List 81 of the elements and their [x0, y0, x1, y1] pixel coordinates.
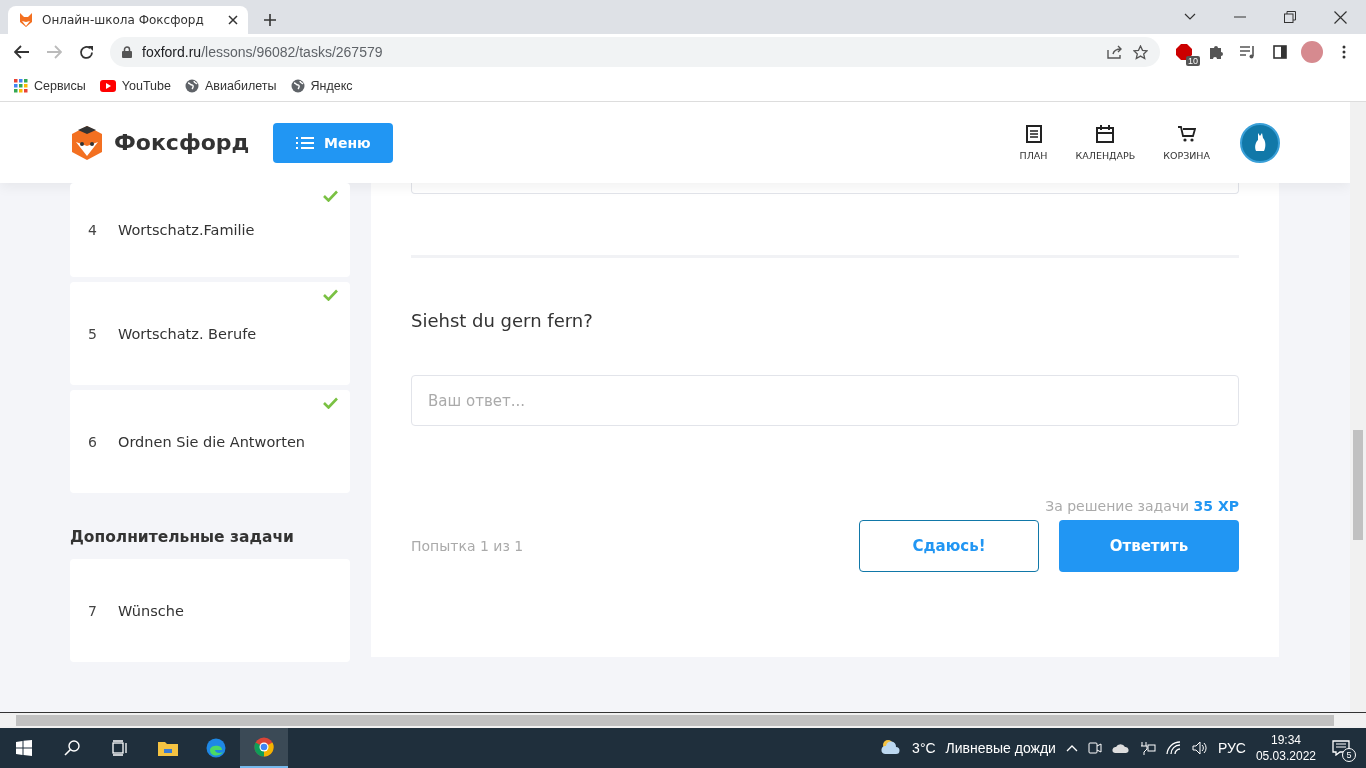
apps-grid-icon: [14, 78, 28, 93]
bookmark[interactable]: Яндекс: [290, 78, 353, 93]
logo-text: Фоксфорд: [114, 130, 250, 155]
task-number: 4: [88, 222, 96, 238]
vertical-scrollbar[interactable]: [1350, 102, 1366, 712]
task-number: 7: [88, 602, 96, 619]
extension-badge: 10: [1186, 56, 1200, 66]
star-icon[interactable]: [1133, 44, 1148, 60]
user-avatar[interactable]: [1240, 122, 1280, 163]
close-icon[interactable]: [228, 15, 238, 25]
globe-icon: [184, 78, 199, 93]
fox-icon: [18, 12, 34, 28]
profile-avatar[interactable]: [1301, 41, 1323, 63]
task-title: Wortschatz.Familie: [118, 222, 255, 238]
task-title: Ordnen Sie die Antworten: [118, 433, 306, 450]
chevron-down-icon[interactable]: [1184, 13, 1196, 21]
windows-logo-icon[interactable]: [16, 740, 32, 756]
bookmark[interactable]: Сервисы: [14, 78, 86, 93]
globe-icon: [290, 78, 305, 93]
task-card[interactable]: 6 Ordnen Sie die Antworten: [70, 390, 350, 493]
speaker-icon[interactable]: [1191, 741, 1208, 755]
answer-field[interactable]: [411, 183, 1239, 194]
address-bar[interactable]: foxford.ru/lessons/96082/tasks/267579: [110, 37, 1160, 67]
cart-icon: [1177, 124, 1196, 143]
reload-icon[interactable]: [78, 44, 94, 60]
side-panel-icon[interactable]: [1273, 45, 1287, 59]
calendar-icon: [1096, 124, 1115, 143]
restore-icon[interactable]: [1284, 11, 1296, 23]
task-title: Wortschatz. Berufe: [118, 325, 257, 342]
share-icon[interactable]: [1107, 45, 1123, 59]
weather-temperature[interactable]: 3°C: [912, 740, 936, 756]
play-icon: [99, 79, 116, 92]
check-icon: [323, 397, 338, 409]
lock-icon: [122, 46, 132, 58]
question-text: Siehst du gern fern?: [411, 310, 594, 331]
check-icon: [323, 289, 338, 301]
back-arrow-icon[interactable]: [14, 45, 30, 59]
puzzle-icon[interactable]: [1208, 44, 1224, 60]
folder-icon[interactable]: [158, 740, 178, 756]
fox-logo-icon: [70, 123, 104, 162]
task-title: Wünsche: [118, 602, 184, 619]
chrome-browser-icon[interactable]: [254, 737, 274, 757]
search-icon[interactable]: [64, 740, 80, 756]
answer-field[interactable]: Ваш ответ...: [411, 375, 1239, 426]
task-card[interactable]: 5 Wortschatz. Berufe: [70, 282, 350, 385]
section-heading: Дополнительные задачи: [70, 528, 295, 546]
task-number: 6: [88, 433, 96, 450]
plus-icon[interactable]: [263, 13, 277, 27]
bookmark[interactable]: YouTube: [99, 78, 171, 93]
reward-text: За решение задачи 35 XP: [1044, 498, 1239, 514]
playlist-icon[interactable]: [1240, 45, 1256, 59]
url-text: foxford.ru/lessons/96082/tasks/267579: [142, 44, 384, 60]
camera-icon[interactable]: [1087, 741, 1102, 755]
chevron-up-icon[interactable]: [1065, 744, 1078, 752]
close-icon[interactable]: [1334, 10, 1347, 24]
nav-link[interactable]: КАЛЕНДАРЬ: [1075, 124, 1136, 161]
task-number: 5: [88, 325, 96, 342]
more-icon[interactable]: [1342, 45, 1346, 59]
menu-icon: [296, 135, 314, 150]
task-card[interactable]: 7 Wünsche: [70, 559, 350, 662]
wifi-icon[interactable]: [1165, 741, 1182, 755]
cloud-icon[interactable]: [1111, 743, 1130, 753]
clock[interactable]: 19:34 05.03.2022: [1255, 732, 1316, 764]
nav-link[interactable]: ПЛАН: [1019, 124, 1048, 161]
notification-count: 5: [1342, 748, 1356, 762]
task-card[interactable]: 4 Wortschatz.Familie: [70, 183, 350, 277]
bookmark[interactable]: Авиабилеты: [184, 78, 277, 93]
weather-text[interactable]: Ливневые дожди: [945, 740, 1056, 756]
edge-browser-icon[interactable]: [206, 738, 226, 758]
horizontal-scrollbar[interactable]: [0, 712, 1366, 728]
check-icon: [323, 190, 338, 202]
document-icon: [1025, 124, 1042, 143]
task-view-icon[interactable]: [112, 740, 128, 756]
language-indicator[interactable]: РУС: [1217, 740, 1246, 756]
plug-icon[interactable]: [1139, 741, 1156, 755]
nav-link[interactable]: КОРЗИНА: [1163, 124, 1210, 161]
stop-sign-icon[interactable]: [1176, 44, 1192, 60]
attempts-text: Попытка 1 из 1: [411, 538, 524, 554]
notification-icon[interactable]: [1332, 740, 1350, 756]
browser-tab[interactable]: Онлайн-школа Фоксфорд: [8, 6, 248, 34]
cat-icon: [1253, 131, 1267, 154]
